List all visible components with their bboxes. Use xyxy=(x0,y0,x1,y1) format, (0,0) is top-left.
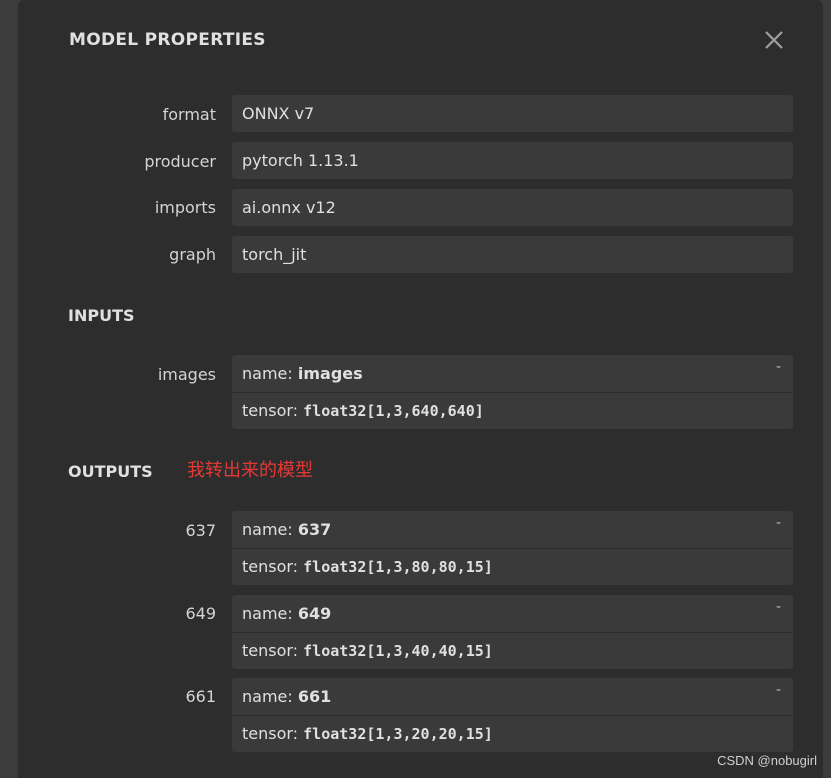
output-tensor-line: tensor: float32[1,3,80,80,15] xyxy=(242,549,782,585)
name-prefix: name: xyxy=(242,520,298,539)
input-tensor-line: tensor: float32[1,3,640,640] xyxy=(242,393,782,429)
close-icon[interactable] xyxy=(762,28,786,52)
input-tensor: float32[1,3,640,640] xyxy=(303,402,484,420)
tensor-prefix: tensor: xyxy=(242,641,304,660)
input-name-line: name: images xyxy=(242,355,782,392)
tensor-prefix: tensor: xyxy=(242,401,304,420)
output-name: 661 xyxy=(297,687,332,706)
name-prefix: name: xyxy=(242,364,298,383)
input-detail-box[interactable]: name: images - tensor: float32[1,3,640,6… xyxy=(232,355,793,429)
output-tensor: float32[1,3,80,80,15] xyxy=(303,558,493,576)
name-prefix: name: xyxy=(242,687,298,706)
property-value[interactable]: torch_jit xyxy=(232,236,793,273)
property-label: imports xyxy=(154,198,216,217)
expand-toggle[interactable]: - xyxy=(776,682,781,698)
tensor-prefix: tensor: xyxy=(242,724,304,743)
output-name: 637 xyxy=(297,520,332,539)
property-value[interactable]: ai.onnx v12 xyxy=(232,189,793,226)
panel-title: MODEL PROPERTIES xyxy=(69,30,266,50)
annotation-text: 我转出来的模型 xyxy=(187,460,313,481)
expand-toggle[interactable]: - xyxy=(776,359,781,375)
output-tensor: float32[1,3,20,20,15] xyxy=(303,725,493,743)
output-tensor-line: tensor: float32[1,3,20,20,15] xyxy=(242,716,782,752)
output-detail-box[interactable]: name: 649 - tensor: float32[1,3,40,40,15… xyxy=(232,595,793,669)
output-detail-box[interactable]: name: 637 - tensor: float32[1,3,80,80,15… xyxy=(232,511,793,585)
output-detail-box[interactable]: name: 661 - tensor: float32[1,3,20,20,15… xyxy=(232,678,793,752)
output-label: 661 xyxy=(185,687,216,706)
input-label: images xyxy=(157,365,216,384)
output-name-line: name: 637 xyxy=(242,511,782,548)
output-tensor-line: tensor: float32[1,3,40,40,15] xyxy=(242,633,782,669)
input-name: images xyxy=(297,364,363,383)
model-properties-panel: MODEL PROPERTIES format ONNX v7 producer… xyxy=(18,0,823,778)
outputs-section-title: OUTPUTS xyxy=(68,462,153,481)
output-name-line: name: 649 xyxy=(242,595,782,632)
output-name: 649 xyxy=(297,604,332,623)
inputs-section-title: INPUTS xyxy=(68,306,135,325)
property-value[interactable]: ONNX v7 xyxy=(232,95,793,132)
expand-toggle[interactable]: - xyxy=(776,599,781,615)
output-label: 649 xyxy=(185,604,216,623)
output-name-line: name: 661 xyxy=(242,678,782,715)
expand-toggle[interactable]: - xyxy=(776,515,781,531)
property-value[interactable]: pytorch 1.13.1 xyxy=(232,142,793,179)
property-label: producer xyxy=(144,152,216,171)
name-prefix: name: xyxy=(242,604,298,623)
tensor-prefix: tensor: xyxy=(242,557,304,576)
output-tensor: float32[1,3,40,40,15] xyxy=(303,642,493,660)
output-label: 637 xyxy=(185,521,216,540)
property-label: graph xyxy=(169,245,216,264)
watermark: CSDN @nobugirl xyxy=(717,753,817,768)
property-label: format xyxy=(162,105,216,124)
